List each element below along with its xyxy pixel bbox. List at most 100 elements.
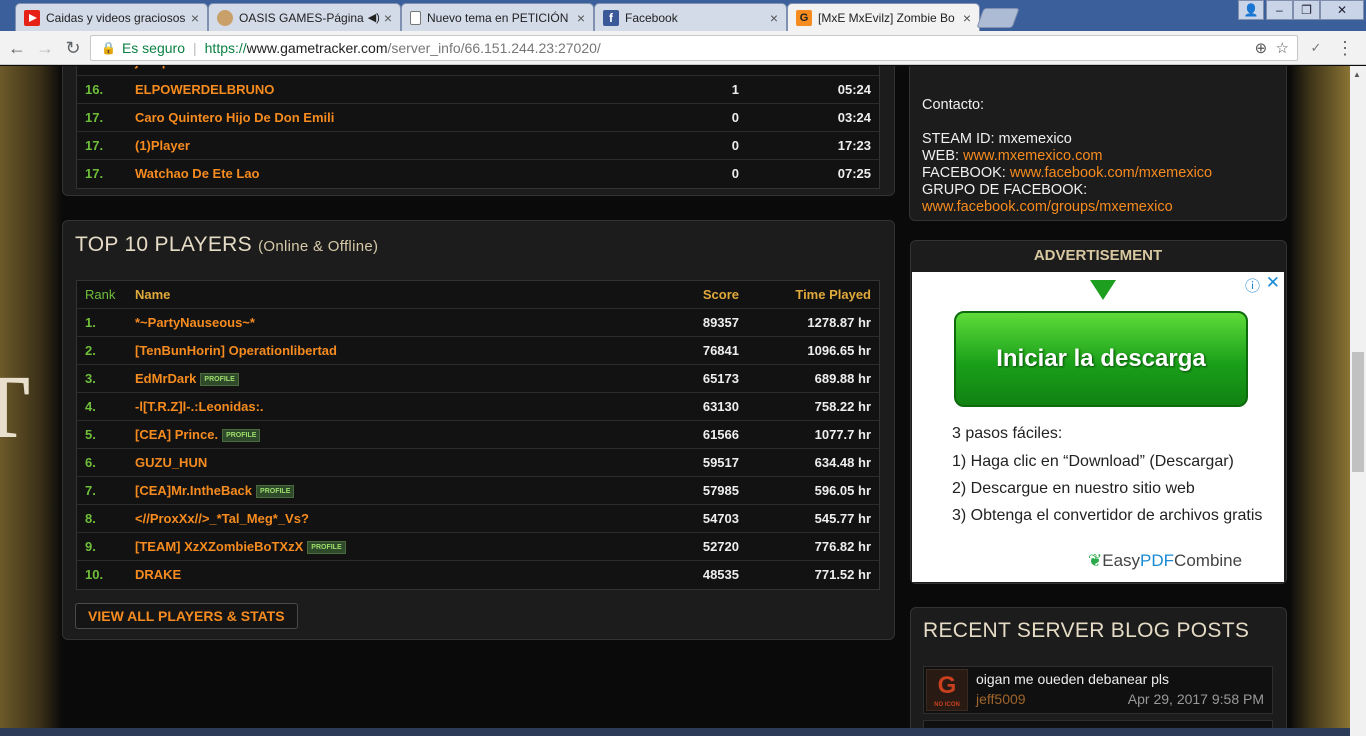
header-name[interactable]: Name: [135, 281, 170, 309]
player-name-link-wrap: *~PartyNauseous~*: [135, 309, 255, 337]
player-name-link-wrap: Watchao De Ete Lao: [135, 160, 259, 188]
time-cell-wrap: 1278.87 hr: [807, 309, 871, 337]
table-row: 16. ELPOWERDELBRUNO 1 05:24: [77, 76, 879, 104]
profile-badge[interactable]: PROFILE: [256, 485, 295, 499]
player-name-link[interactable]: DRAKE: [135, 567, 181, 582]
top10-rows: 1. *~PartyNauseous~* 89357 1278.87 hr 2. [Ten…: [77, 309, 879, 589]
extension-check-icon[interactable]: ✓: [1305, 37, 1327, 59]
blog-post-author[interactable]: jeff5009: [976, 691, 1026, 707]
time-cell-wrap: 758.22 hr: [815, 393, 871, 421]
close-tab-icon[interactable]: ×: [963, 10, 971, 26]
avatar-label: NO ICON: [934, 702, 960, 708]
player-name-link[interactable]: [CEA]Mr.IntheBack: [135, 483, 252, 498]
minimize-button[interactable]: –: [1266, 0, 1293, 20]
player-name-link[interactable]: juanpi: [135, 66, 173, 69]
forward-icon[interactable]: →: [34, 37, 56, 59]
menu-icon[interactable]: ⋮: [1334, 37, 1356, 59]
blog-post-item[interactable]: G NO ICON oigan me oueden debanear pls je…: [923, 666, 1273, 714]
audio-icon[interactable]: ◀): [368, 11, 380, 24]
time-cell-wrap: 776.82 hr: [815, 533, 871, 561]
profile-badge[interactable]: PROFILE: [222, 429, 261, 443]
time-cell: 1077.7 hr: [814, 427, 871, 442]
header-time[interactable]: Time Played: [795, 281, 871, 309]
rank-cell-wrap: 4.: [85, 393, 96, 421]
omnibox-actions: ⊕ ☆: [1255, 39, 1289, 57]
header-score[interactable]: Score: [703, 281, 739, 309]
player-name-link-wrap: (1)Player: [135, 132, 190, 160]
tab-facebook[interactable]: f Facebook ×: [594, 3, 787, 31]
score-cell: 59517: [702, 455, 739, 470]
close-window-button[interactable]: ✕: [1320, 0, 1364, 20]
score-cell-wrap: 59517: [703, 449, 739, 477]
player-name-link[interactable]: [TenBunHorin] Operationlibertad: [135, 343, 337, 358]
user-icon[interactable]: 👤: [1238, 0, 1264, 20]
rank-cell-wrap: 1.: [85, 309, 96, 337]
address-bar[interactable]: 🔒 Es seguro | https://www.gametracker.co…: [90, 35, 1298, 61]
profile-badge[interactable]: PROFILE: [200, 373, 239, 387]
profile-badge[interactable]: PROFILE: [307, 541, 346, 555]
group-link[interactable]: www.facebook.com/groups/mxemexico: [922, 199, 1272, 216]
tab-peticion[interactable]: Nuevo tema en PETICIÓN ×: [401, 3, 594, 31]
time-cell: 776.82 hr: [814, 539, 871, 554]
player-name-link[interactable]: Watchao De Ete Lao: [135, 166, 259, 181]
player-name-link[interactable]: EdMrDark: [135, 371, 196, 386]
blog-title: RECENT SERVER BLOG POSTS: [923, 619, 1250, 642]
player-name-link[interactable]: GUZU_HUN: [135, 455, 207, 470]
ad-download-button[interactable]: Iniciar la descarga: [954, 311, 1248, 407]
score-cell: 76841: [702, 343, 739, 358]
player-name-link[interactable]: [CEA] Prince.: [135, 427, 218, 442]
time-cell: 596.05 hr: [814, 483, 871, 498]
rank-cell-wrap: 15.: [85, 66, 103, 76]
score-cell-wrap: 52720: [703, 533, 739, 561]
time-cell: 771.52 hr: [814, 567, 871, 582]
ad-info-icon[interactable]: ⓘ: [1245, 275, 1260, 296]
time-cell: 03:24: [837, 110, 871, 125]
bookmark-star-icon[interactable]: ☆: [1276, 40, 1289, 57]
ad-banner[interactable]: ⓘ ✕ Iniciar la descarga 3 pasos fáciles:…: [912, 272, 1284, 582]
close-tab-icon[interactable]: ×: [384, 10, 392, 26]
tab-youtube[interactable]: Caidas y videos graciosos ×: [15, 3, 208, 31]
table-row: 6. GUZU_HUN 59517 634.48 hr: [77, 449, 879, 477]
time-cell-wrap: 689.88 hr: [815, 365, 871, 393]
restore-button[interactable]: ❐: [1293, 0, 1320, 20]
player-name-link[interactable]: [TEAM] XzXZombieBoTXzX: [135, 539, 303, 554]
advertisement-title: ADVERTISEMENT: [1033, 247, 1163, 264]
zoom-icon[interactable]: ⊕: [1255, 40, 1268, 57]
score-cell: 1: [731, 82, 739, 97]
ad-close-icon[interactable]: ✕: [1266, 273, 1280, 293]
close-tab-icon[interactable]: ×: [191, 10, 199, 26]
score-cell-wrap: 89357: [703, 309, 739, 337]
tab-title: OASIS GAMES-Página: [239, 10, 364, 25]
web-link[interactable]: www.mxemexico.com: [963, 148, 1102, 164]
player-name-link[interactable]: *~PartyNauseous~*: [135, 315, 255, 330]
page-scrollbar[interactable]: ▲: [1350, 66, 1366, 736]
player-name-link[interactable]: (1)Player: [135, 138, 190, 153]
rank-cell-wrap: 7.: [85, 477, 96, 505]
leaf-icon: ❦: [1088, 551, 1103, 570]
time-cell: 07:25: [837, 166, 871, 181]
player-name-link[interactable]: -l[T.R.Z]l-.:Leonidas:.: [135, 399, 264, 414]
scroll-up-icon[interactable]: ▲: [1353, 70, 1361, 79]
facebook-link[interactable]: www.facebook.com/mxemexico: [1010, 165, 1212, 181]
scrollbar-thumb[interactable]: [1352, 352, 1364, 472]
player-name-link[interactable]: Caro Quintero Hijo De Don Emili: [135, 110, 334, 125]
top10-panel: TOP 10 PLAYERS (Online & Offline) Rank N…: [62, 220, 895, 640]
blog-post-text[interactable]: oigan me oueden debanear pls: [976, 671, 1169, 687]
player-name-link[interactable]: <//ProxXx//>_*Tal_Meg*_Vs?: [135, 511, 309, 526]
back-icon[interactable]: ←: [6, 37, 28, 59]
address-toolbar: ← → ↻ 🔒 Es seguro | https://www.gametrac…: [0, 31, 1366, 65]
reload-icon[interactable]: ↻: [62, 37, 84, 59]
header-rank[interactable]: Rank: [85, 281, 115, 309]
tab-oasis[interactable]: OASIS GAMES-Página ◀) ×: [208, 3, 401, 31]
player-name-link-wrap: juanpi: [135, 66, 173, 76]
table-row: 17. Watchao De Ete Lao 0 07:25: [77, 160, 879, 188]
player-name-link[interactable]: ELPOWERDELBRUNO: [135, 82, 274, 97]
close-tab-icon[interactable]: ×: [577, 10, 585, 26]
tab-gametracker[interactable]: G [MxE MxEvilz] Zombie Bo ×: [787, 3, 980, 31]
rank-cell-wrap: 17.: [85, 160, 103, 188]
new-tab-button[interactable]: [976, 8, 1020, 28]
close-tab-icon[interactable]: ×: [770, 10, 778, 26]
score-cell: 48535: [702, 567, 739, 582]
view-all-players-button[interactable]: VIEW ALL PLAYERS & STATS: [75, 603, 298, 629]
online-players-panel: 15.juanpi235:2716.ELPOWERDELBRUNO105:241…: [62, 66, 895, 196]
